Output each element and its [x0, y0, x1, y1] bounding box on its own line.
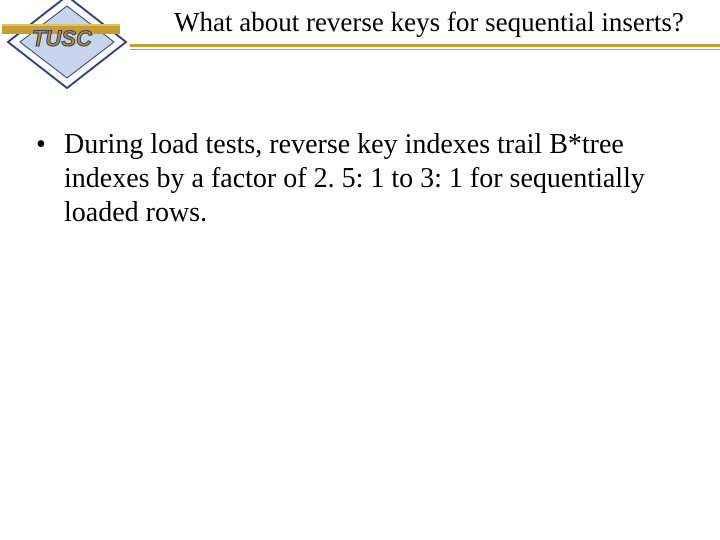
bullet-marker-icon: •: [36, 128, 64, 162]
slide-title: What about reverse keys for sequential i…: [174, 6, 714, 38]
tusc-logo: TUSC: [2, 0, 132, 102]
tusc-logo-svg: TUSC: [2, 0, 132, 102]
bullet-text: During load tests, reverse key indexes t…: [64, 128, 686, 230]
bullet-item: • During load tests, reverse key indexes…: [36, 128, 686, 230]
slide: TUSC What about reverse keys for sequent…: [0, 0, 720, 540]
logo-text: TUSC: [32, 26, 93, 51]
title-underline-icon: [130, 44, 720, 50]
slide-body: • During load tests, reverse key indexes…: [36, 128, 686, 230]
